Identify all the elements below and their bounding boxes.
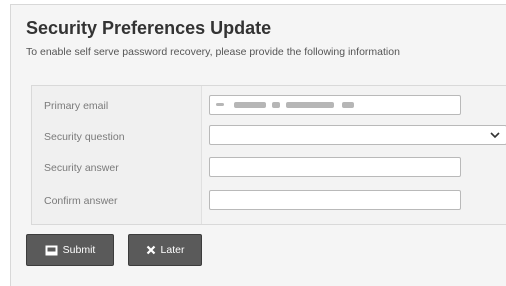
security-form: Primary email Security question Security… xyxy=(31,85,506,225)
later-button[interactable]: Later xyxy=(128,234,202,266)
confirm-answer-label: Confirm answer xyxy=(44,195,118,207)
confirm-answer-input[interactable] xyxy=(209,190,461,210)
primary-email-value-redacted xyxy=(216,99,366,111)
page-subtitle: To enable self serve password recovery, … xyxy=(26,46,400,58)
security-preferences-panel: Security Preferences Update To enable se… xyxy=(10,4,506,286)
primary-email-field[interactable] xyxy=(209,95,461,115)
save-icon xyxy=(45,245,58,255)
security-question-label: Security question xyxy=(44,131,125,143)
later-button-label: Later xyxy=(160,244,185,256)
submit-button-label: Submit xyxy=(62,244,96,256)
primary-email-label: Primary email xyxy=(44,100,109,112)
security-question-select[interactable] xyxy=(209,125,506,145)
chevron-down-icon xyxy=(490,132,500,139)
security-answer-input[interactable] xyxy=(209,157,461,177)
security-answer-label: Security answer xyxy=(44,162,119,174)
page-title: Security Preferences Update xyxy=(26,18,272,38)
submit-button[interactable]: Submit xyxy=(26,234,114,266)
close-icon xyxy=(146,245,155,255)
